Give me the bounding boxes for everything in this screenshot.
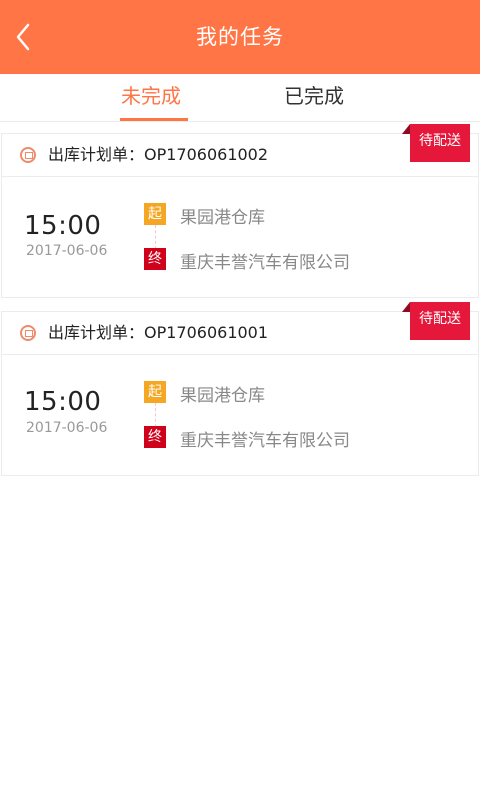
tab-incomplete[interactable]: 未完成 bbox=[121, 74, 181, 122]
task-time: 15:00 bbox=[24, 211, 102, 241]
order-icon bbox=[20, 147, 36, 163]
order-number: 出库计划单：OP1706061002 bbox=[48, 145, 269, 164]
app-header: 我的任务 bbox=[0, 0, 480, 74]
task-date: 2017-06-06 bbox=[26, 243, 108, 259]
end-tag: 终 bbox=[144, 248, 166, 270]
route-connector bbox=[155, 225, 156, 249]
tab-divider bbox=[0, 121, 480, 122]
start-location: 果园港仓库 bbox=[180, 386, 265, 406]
card-divider bbox=[2, 354, 478, 355]
card-divider bbox=[2, 176, 478, 177]
task-card[interactable]: 出库计划单：OP1706061001 待配送 15:00 2017-06-06 … bbox=[1, 302, 479, 476]
order-icon bbox=[20, 325, 36, 341]
task-card[interactable]: 出库计划单：OP1706061002 待配送 15:00 2017-06-06 … bbox=[1, 124, 479, 298]
status-badge: 待配送 bbox=[402, 302, 470, 340]
start-tag: 起 bbox=[144, 381, 166, 403]
task-time: 15:00 bbox=[24, 387, 102, 417]
end-location: 重庆丰誉汽车有限公司 bbox=[180, 431, 350, 451]
end-location: 重庆丰誉汽车有限公司 bbox=[180, 253, 350, 273]
task-date: 2017-06-06 bbox=[26, 420, 108, 436]
task-card-header: 出库计划单：OP1706061002 待配送 bbox=[2, 124, 478, 176]
start-tag: 起 bbox=[144, 203, 166, 225]
page-title: 我的任务 bbox=[196, 25, 284, 49]
start-location: 果园港仓库 bbox=[180, 208, 265, 228]
end-tag: 终 bbox=[144, 426, 166, 448]
tab-bar: 未完成 已完成 bbox=[0, 74, 480, 122]
task-card-header: 出库计划单：OP1706061001 待配送 bbox=[2, 302, 478, 354]
route-connector bbox=[155, 403, 156, 427]
order-number: 出库计划单：OP1706061001 bbox=[48, 323, 269, 342]
tab-completed[interactable]: 已完成 bbox=[284, 74, 344, 122]
status-badge: 待配送 bbox=[402, 124, 470, 162]
